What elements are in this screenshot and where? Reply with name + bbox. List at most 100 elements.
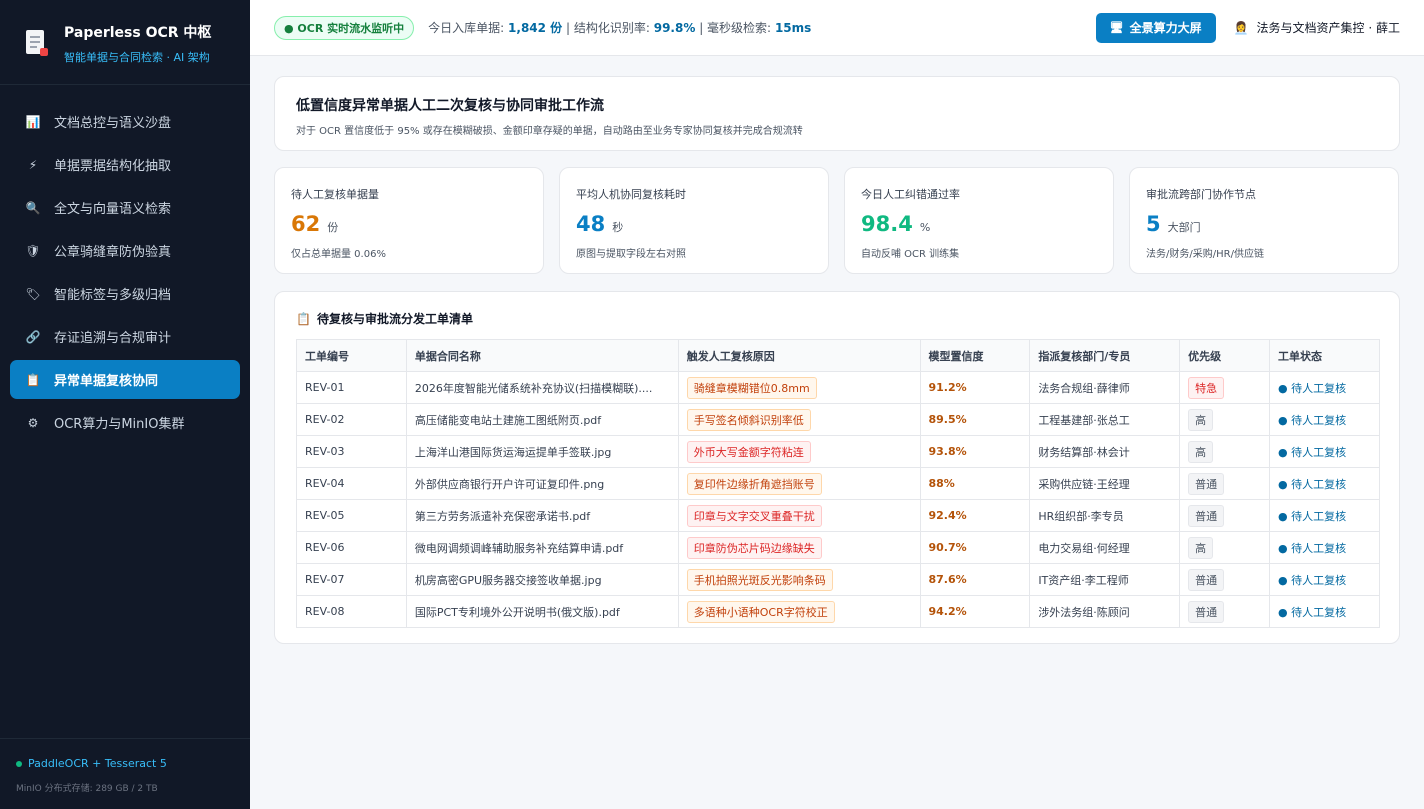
table-row[interactable]: REV-06 微电网调频调峰辅助服务补充结算申请.pdf 印章防伪芯片码边缘缺失 90… [296,531,1380,564]
sidebar-item-3[interactable]: 🛡 公章骑缝章防伪验真 [10,231,240,270]
ticket-status[interactable]: ● 待人工复核 [1269,595,1380,628]
model-confidence: 88% [919,467,1031,500]
ticket-id: REV-07 [296,563,407,596]
sidebar-item-6[interactable]: 📋 异常单据复核协同 [10,360,240,399]
stat-value: 48 [576,212,606,236]
document-logo-icon [24,30,48,56]
table-row[interactable]: REV-02 高压储能变电站土建施工图纸附页.pdf 手写签名倾斜识别率低 89.5%… [296,403,1380,436]
sidebar-item-0[interactable]: 📊 文档总控与语义沙盘 [10,102,240,141]
document-name[interactable]: 外部供应商银行开户许可证复印件.png [405,467,679,500]
model-confidence: 89.5% [919,403,1031,436]
model-confidence: 93.8% [919,435,1031,468]
priority-cell: 特急 [1179,371,1271,404]
stat-intake-value: 1,842 份 [508,21,563,35]
table-row[interactable]: REV-04 外部供应商银行开户许可证复印件.png 复印件边缘折角遮挡账号 88% 采… [296,467,1380,500]
priority-badge: 普通 [1188,504,1225,527]
stat-note: 自动反哺 OCR 训练集 [861,249,960,260]
document-name[interactable]: 机房高密GPU服务器交接签收单据.jpg [405,563,679,596]
priority-badge: 普通 [1188,568,1225,591]
stat-card: 审批流跨部门协作节点 5 大部门 法务/财务/采购/HR/供应链 [1129,167,1399,274]
sidebar-item-1[interactable]: ⚡ 单据票据结构化抽取 [10,145,240,184]
user-name: 法务与文档资产集控 · 薛工 [1256,21,1400,35]
column-header: 触发人工复核原因 [677,339,921,372]
stat-card: 待人工复核单据量 62 份仅占总单据量 0.06% [274,167,544,274]
priority-cell: 高 [1179,531,1271,564]
assigned-reviewer: 电力交易组·何经理 [1029,531,1181,564]
document-name[interactable]: 2026年度智能光储系统补充协议(扫描模糊联).... [405,371,679,404]
review-reason-cell: 外币大写金额字符粘连 [677,435,921,468]
document-name[interactable]: 高压储能变电站土建施工图纸附页.pdf [405,403,679,436]
review-reason-cell: 多语种小语种OCR字符校正 [677,595,921,628]
sidebar-item-label: 异常单据复核协同 [54,374,159,389]
review-reason-tag: 骑缝章模糊错位0.8mm [686,376,817,399]
ticket-status[interactable]: ● 待人工复核 [1269,403,1380,436]
assigned-reviewer: 涉外法务组·陈顾问 [1029,595,1181,628]
assigned-reviewer: 工程基建部·张总工 [1029,403,1181,436]
bar-chart-icon: 📊 [25,114,41,129]
sidebar-item-label: 单据票据结构化抽取 [54,159,172,174]
dashboard-screen-button[interactable]: 🖥 全景算力大屏 [1095,12,1216,43]
priority-badge: 高 [1188,408,1214,431]
stat-label: 审批流跨部门协作节点 [1146,188,1256,201]
table-row[interactable]: REV-07 机房高密GPU服务器交接签收单据.jpg 手机拍照光斑反光影响条码 87… [296,563,1380,596]
sidebar-nav: 📊 文档总控与语义沙盘 ⚡ 单据票据结构化抽取 🔍 全文与向量语义检索 🛡 公章骑缝章防伪验真… [0,85,250,442]
brand-subtitle: 智能单据与合同检索 · AI 架构 [64,51,210,64]
ticket-status[interactable]: ● 待人工复核 [1269,371,1380,404]
sidebar-item-5[interactable]: 🔗 存证追溯与合规审计 [10,317,240,356]
dashboard-screen-label: 全景算力大屏 [1129,21,1202,35]
status-dot-icon [16,760,22,767]
review-reason-tag: 印章与文字交叉重叠干扰 [686,504,822,527]
sidebar-item-label: 存证追溯与合规审计 [54,331,172,346]
review-reason-cell: 手写签名倾斜识别率低 [677,403,921,436]
review-reason-cell: 骑缝章模糊错位0.8mm [677,371,921,404]
ticket-status[interactable]: ● 待人工复核 [1269,467,1380,500]
sidebar-item-label: 智能标签与多级归档 [54,288,172,303]
sidebar-item-label: 全文与向量语义检索 [54,202,172,217]
document-name[interactable]: 上海洋山港国际货运海运提单手签联.jpg [405,435,679,468]
review-reason-tag: 外币大写金额字符粘连 [686,440,811,463]
user-profile[interactable]: 👩‍💼 法务与文档资产集控 · 薛工 [1234,19,1400,36]
ocr-engine-label: PaddleOCR + Tesseract 5 [28,757,167,770]
stat-card: 今日人工纠错通过率 98.4% 自动反哺 OCR 训练集 [844,167,1114,274]
review-reason-tag: 印章防伪芯片码边缘缺失 [686,536,822,559]
ticket-id: REV-04 [296,467,407,500]
topbar: ● OCR 实时流水监听中 今日入库单据: 1,842 份 | 结构化识别率: … [250,0,1424,56]
model-confidence: 87.6% [919,563,1031,596]
review-reason-tag: 多语种小语种OCR字符校正 [686,600,835,623]
stats-row: 待人工复核单据量 62 份仅占总单据量 0.06% 平均人机协同复核耗时 48 秒原图与提… [274,167,1400,274]
ticket-status[interactable]: ● 待人工复核 [1269,531,1380,564]
table-row[interactable]: REV-01 2026年度智能光储系统补充协议(扫描模糊联).... 骑缝章模糊错位… [296,371,1380,404]
sidebar-item-2[interactable]: 🔍 全文与向量语义检索 [10,188,240,227]
ticket-status[interactable]: ● 待人工复核 [1269,499,1380,532]
assigned-reviewer: 财务结算部·林会计 [1029,435,1181,468]
review-reason-tag: 手写签名倾斜识别率低 [686,408,811,431]
storage-usage: MinIO 分布式存储: 289 GB / 2 TB [16,784,158,794]
sidebar-item-label: OCR算力与MinIO集群 [54,417,185,432]
ticket-id: REV-08 [296,595,407,628]
ticket-table-card: 📋 待复核与审批流分发工单清单 工单编号 单据合同名称 触发人工复核原因 模型置信度指… [274,291,1400,644]
live-status-badge: ● OCR 实时流水监听中 [274,15,415,40]
document-name[interactable]: 第三方劳务派遣补充保密承诺书.pdf [405,499,679,532]
column-header: 模型置信度 [919,339,1031,372]
document-name[interactable]: 国际PCT专利境外公开说明书(俄文版).pdf [405,595,679,628]
sidebar-item-label: 文档总控与语义沙盘 [54,116,172,131]
column-header: 指派复核部门/专员 [1029,339,1181,372]
table-row[interactable]: REV-08 国际PCT专利境外公开说明书(俄文版).pdf 多语种小语种OCR字符… [296,595,1380,628]
stat-unit: % [919,221,931,234]
document-name[interactable]: 微电网调频调峰辅助服务补充结算申请.pdf [405,531,679,564]
review-reason-cell: 印章防伪芯片码边缘缺失 [677,531,921,564]
table-row[interactable]: REV-03 上海洋山港国际货运海运提单手签联.jpg 外币大写金额字符粘连 93.8… [296,435,1380,468]
table-title-text: 待复核与审批流分发工单清单 [316,312,473,326]
sidebar-item-4[interactable]: 🏷 智能标签与多级归档 [10,274,240,313]
sidebar-item-7[interactable]: ⚙ OCR算力与MinIO集群 [10,403,240,442]
stat-label: 待人工复核单据量 [291,188,379,201]
stat-unit: 秒 [612,221,624,234]
ticket-status[interactable]: ● 待人工复核 [1269,435,1380,468]
column-header: 单据合同名称 [405,339,679,372]
sidebar: Paperless OCR 中枢 智能单据与合同检索 · AI 架构 📊 文档总控… [0,0,250,809]
stat-accuracy-label: | 结构化识别率: [566,21,650,35]
table-row[interactable]: REV-05 第三方劳务派遣补充保密承诺书.pdf 印章与文字交叉重叠干扰 92.4%… [296,499,1380,532]
ticket-status[interactable]: ● 待人工复核 [1269,563,1380,596]
ocr-engine-status: PaddleOCR + Tesseract 5 [16,757,250,770]
stat-unit: 份 [327,221,339,234]
